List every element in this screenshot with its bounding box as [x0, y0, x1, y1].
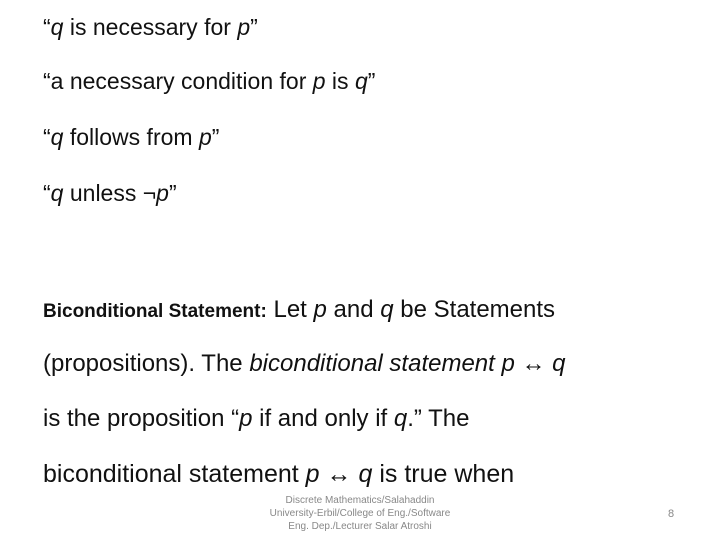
definition-line-2: (propositions). The biconditional statem…: [43, 350, 566, 378]
var-q: q: [358, 460, 373, 488]
text: (propositions). The: [43, 350, 250, 377]
var-q: q: [50, 180, 64, 206]
italic-term: biconditional statement p: [249, 350, 515, 377]
slide-footer: Discrete Mathematics/Salahaddin Universi…: [250, 494, 470, 533]
necessary-phrase-1: “q is necessary for p”: [43, 14, 258, 41]
text: unless ¬: [63, 180, 157, 206]
var-p: p: [313, 296, 327, 323]
text: ”: [168, 180, 177, 206]
biconditional-arrow-icon: ↔: [319, 460, 359, 488]
text: is true when: [372, 460, 515, 488]
var-p: p: [156, 180, 169, 206]
var-q: q: [354, 68, 368, 94]
text: is necessary for: [63, 14, 238, 40]
var-q: q: [552, 350, 566, 377]
var-p: p: [305, 460, 320, 488]
footer-line: Discrete Mathematics/Salahaddin: [285, 495, 435, 506]
var-p: p: [239, 405, 253, 432]
text: biconditional statement: [43, 460, 306, 488]
definition-line-3: is the proposition “p if and only if q.”…: [43, 405, 470, 433]
var-q: q: [50, 124, 64, 150]
text: Let: [266, 296, 314, 323]
text: “: [43, 124, 51, 150]
necessary-phrase-2: “a necessary condition for p is q”: [43, 68, 375, 95]
text: ”: [250, 14, 258, 40]
necessary-phrase-3: “q follows from p”: [43, 124, 219, 151]
text: if and only if: [252, 405, 394, 432]
text: “: [43, 14, 51, 40]
definition-term: Biconditional Statement:: [43, 301, 267, 322]
definition-line-4: biconditional statement p ↔ q is true wh…: [43, 460, 514, 489]
text: .” The: [407, 405, 470, 432]
text: “a necessary condition for: [43, 68, 313, 94]
necessary-phrase-4: “q unless ¬p”: [43, 180, 177, 207]
text: and: [326, 296, 381, 323]
footer-line: University-Erbil/College of Eng./Softwar…: [269, 508, 451, 519]
var-p: p: [312, 68, 326, 94]
text: ”: [211, 124, 220, 150]
definition-line-1: Biconditional Statement: Let p and q be …: [43, 296, 555, 324]
text: “: [43, 180, 51, 206]
footer-line: Eng. Dep./Lecturer Salar Atroshi: [288, 521, 432, 532]
var-q: q: [380, 296, 394, 323]
text: is the proposition “: [43, 405, 240, 432]
var-p: p: [237, 14, 251, 40]
page-number: 8: [668, 508, 675, 520]
text: follows from: [63, 124, 199, 150]
text: be Statements: [393, 296, 556, 323]
text: is: [325, 68, 355, 94]
var-q: q: [393, 405, 408, 432]
var-q: q: [50, 14, 64, 40]
biconditional-arrow-icon: ↔: [514, 350, 553, 377]
var-p: p: [198, 124, 212, 150]
text: ”: [367, 68, 376, 94]
